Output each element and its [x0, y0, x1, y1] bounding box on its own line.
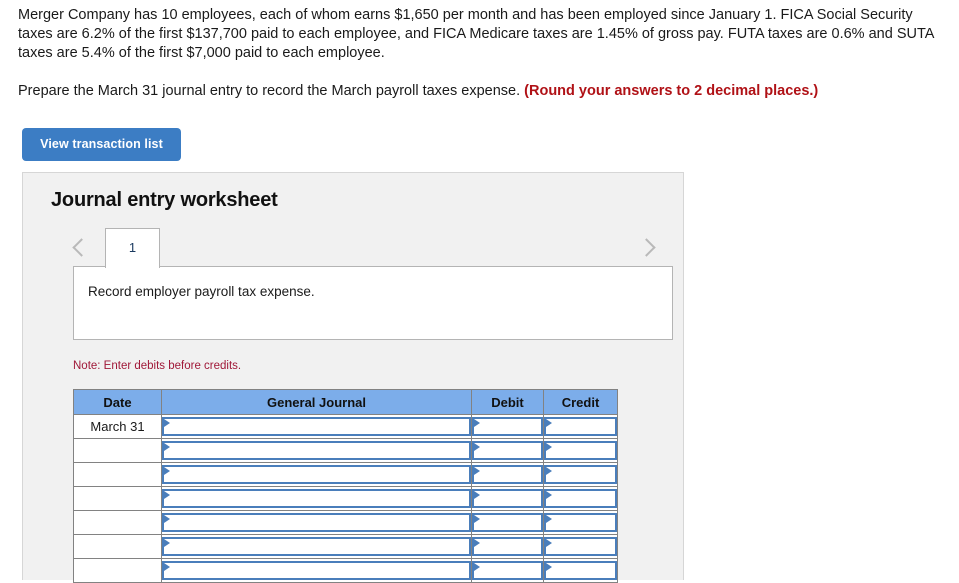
cell-credit-6[interactable]	[544, 535, 618, 559]
table-row	[74, 487, 618, 511]
debit-input-1[interactable]	[472, 417, 543, 436]
cell-debit-4[interactable]	[472, 487, 544, 511]
general-journal-input-5[interactable]	[162, 513, 471, 532]
general-journal-input-7[interactable]	[162, 561, 471, 580]
column-header-date: Date	[74, 390, 162, 415]
cell-date-2[interactable]	[74, 439, 162, 463]
cell-credit-7[interactable]	[544, 559, 618, 583]
table-row	[74, 535, 618, 559]
debit-input-3[interactable]	[472, 465, 543, 484]
cell-debit-5[interactable]	[472, 511, 544, 535]
cell-date-5[interactable]	[74, 511, 162, 535]
credit-input-5[interactable]	[544, 513, 617, 532]
cell-general-journal-4[interactable]	[162, 487, 472, 511]
credit-input-6[interactable]	[544, 537, 617, 556]
table-row	[74, 439, 618, 463]
credit-input-2[interactable]	[544, 441, 617, 460]
cell-credit-1[interactable]	[544, 415, 618, 439]
cell-general-journal-3[interactable]	[162, 463, 472, 487]
table-row	[74, 511, 618, 535]
table-row	[74, 463, 618, 487]
cell-general-journal-6[interactable]	[162, 535, 472, 559]
problem-statement: Merger Company has 10 employees, each of…	[18, 6, 946, 101]
instruction-text: Prepare the March 31 journal entry to re…	[18, 83, 520, 99]
entry-description-text: Record employer payroll tax expense.	[88, 284, 315, 299]
column-header-debit: Debit	[472, 390, 544, 415]
debit-credit-note: Note: Enter debits before credits.	[73, 360, 241, 372]
cell-debit-1[interactable]	[472, 415, 544, 439]
journal-table-header-row: Date General Journal Debit Credit	[74, 390, 618, 415]
cell-credit-3[interactable]	[544, 463, 618, 487]
cell-debit-3[interactable]	[472, 463, 544, 487]
cell-general-journal-5[interactable]	[162, 511, 472, 535]
journal-entry-table: Date General Journal Debit Credit March …	[73, 389, 618, 583]
cell-credit-5[interactable]	[544, 511, 618, 535]
cell-general-journal-7[interactable]	[162, 559, 472, 583]
journal-table-container: Date General Journal Debit Credit March …	[73, 389, 617, 583]
table-row: March 31	[74, 415, 618, 439]
journal-entry-worksheet-panel: Journal entry worksheet 1 Record employe…	[22, 172, 684, 580]
cell-debit-7[interactable]	[472, 559, 544, 583]
rounding-instruction: (Round your answers to 2 decimal places.…	[524, 83, 818, 99]
paragraph-spacer	[18, 63, 946, 82]
entry-description-box: Record employer payroll tax expense.	[73, 266, 673, 340]
cell-date-6[interactable]	[74, 535, 162, 559]
table-row	[74, 559, 618, 583]
cell-credit-4[interactable]	[544, 487, 618, 511]
chevron-left-glyph	[72, 238, 90, 256]
debit-input-4[interactable]	[472, 489, 543, 508]
cell-date-4[interactable]	[74, 487, 162, 511]
cell-credit-2[interactable]	[544, 439, 618, 463]
cell-date-1[interactable]: March 31	[74, 415, 162, 439]
worksheet-tab-1[interactable]: 1	[105, 228, 160, 268]
general-journal-input-2[interactable]	[162, 441, 471, 460]
problem-paragraph-1: Merger Company has 10 employees, each of…	[18, 6, 946, 63]
column-header-general-journal: General Journal	[162, 390, 472, 415]
problem-paragraph-2: Prepare the March 31 journal entry to re…	[18, 82, 946, 101]
general-journal-input-1[interactable]	[162, 417, 471, 436]
credit-input-4[interactable]	[544, 489, 617, 508]
debit-input-2[interactable]	[472, 441, 543, 460]
chevron-right-icon[interactable]	[635, 231, 661, 263]
view-transaction-list-button[interactable]: View transaction list	[22, 128, 181, 161]
cell-debit-2[interactable]	[472, 439, 544, 463]
cell-date-3[interactable]	[74, 463, 162, 487]
debit-input-5[interactable]	[472, 513, 543, 532]
debit-input-7[interactable]	[472, 561, 543, 580]
chevron-left-icon[interactable]	[67, 231, 93, 263]
credit-input-3[interactable]	[544, 465, 617, 484]
credit-input-1[interactable]	[544, 417, 617, 436]
worksheet-tab-strip: 1	[23, 227, 685, 268]
cell-general-journal-2[interactable]	[162, 439, 472, 463]
general-journal-input-3[interactable]	[162, 465, 471, 484]
cell-general-journal-1[interactable]	[162, 415, 472, 439]
general-journal-input-6[interactable]	[162, 537, 471, 556]
column-header-credit: Credit	[544, 390, 618, 415]
worksheet-title: Journal entry worksheet	[51, 189, 278, 212]
cell-date-7[interactable]	[74, 559, 162, 583]
general-journal-input-4[interactable]	[162, 489, 471, 508]
cell-debit-6[interactable]	[472, 535, 544, 559]
chevron-right-glyph	[637, 238, 655, 256]
debit-input-6[interactable]	[472, 537, 543, 556]
credit-input-7[interactable]	[544, 561, 617, 580]
